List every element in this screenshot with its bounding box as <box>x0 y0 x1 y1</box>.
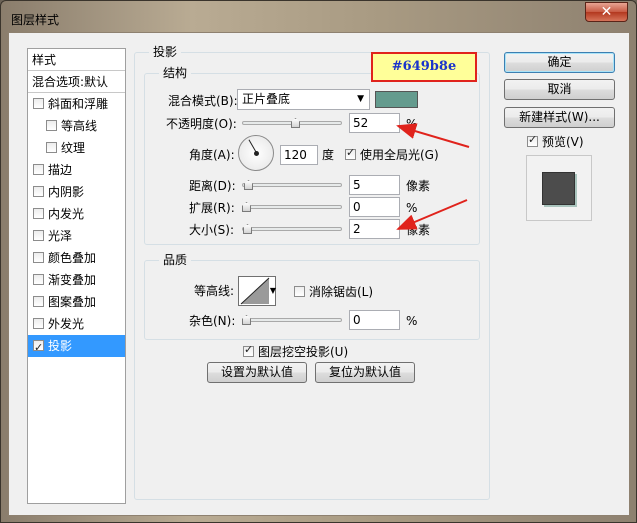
shadow-color-swatch[interactable] <box>375 91 418 108</box>
style-item-label: 内发光 <box>48 207 85 221</box>
size-input[interactable]: 2 <box>349 219 400 239</box>
style-preview <box>526 155 592 221</box>
noise-slider[interactable] <box>242 315 342 325</box>
chevron-down-icon: ▼ <box>357 94 364 104</box>
style-item-label: 等高线 <box>61 119 98 133</box>
title-bar[interactable]: 图层样式 ✕ <box>1 1 636 33</box>
drop-shadow-title: 投影 <box>149 45 182 59</box>
anti-alias-checkbox[interactable] <box>294 286 305 297</box>
knockout-checkbox[interactable] <box>243 343 254 357</box>
style-item[interactable]: 内发光 <box>28 203 125 225</box>
style-item-checkbox[interactable] <box>33 337 44 359</box>
styles-header[interactable]: 样式 <box>28 49 125 71</box>
spread-unit: % <box>406 201 418 215</box>
style-item-checkbox[interactable] <box>33 274 44 285</box>
style-item-checkbox[interactable] <box>33 230 44 241</box>
style-item[interactable]: 等高线 <box>28 115 125 137</box>
quality-title: 品质 <box>159 253 192 267</box>
style-item[interactable]: 颜色叠加 <box>28 247 125 269</box>
angle-dial-hub <box>254 151 259 156</box>
style-item-label: 颜色叠加 <box>48 251 97 265</box>
anti-alias-label[interactable]: 消除锯齿(L) <box>309 285 373 299</box>
noise-input[interactable]: 0 <box>349 310 400 330</box>
angle-input[interactable]: 120 <box>280 145 318 165</box>
style-item-label: 描边 <box>48 163 73 177</box>
style-item-label: 外发光 <box>48 317 85 331</box>
distance-input[interactable]: 5 <box>349 175 400 195</box>
make-default-button[interactable]: 设置为默认值 <box>207 362 307 383</box>
distance-unit: 像素 <box>406 179 431 193</box>
close-button[interactable]: ✕ <box>585 2 628 22</box>
style-item-checkbox[interactable] <box>33 164 44 175</box>
noise-label: 杂色(N): <box>189 314 236 328</box>
new-style-button[interactable]: 新建样式(W)... <box>504 107 615 128</box>
spread-slider[interactable] <box>242 202 342 212</box>
size-unit: 像素 <box>406 223 431 237</box>
style-item-checkbox[interactable] <box>33 296 44 307</box>
style-item-checkbox[interactable] <box>33 208 44 219</box>
spread-label: 扩展(R): <box>189 201 235 215</box>
style-item-label: 图案叠加 <box>48 295 97 309</box>
noise-unit: % <box>406 314 418 328</box>
structure-title: 结构 <box>159 66 192 80</box>
style-item[interactable]: 渐变叠加 <box>28 269 125 291</box>
blend-options-item[interactable]: 混合选项:默认 <box>28 71 125 93</box>
style-item-label: 纹理 <box>61 141 86 155</box>
spread-input[interactable]: 0 <box>349 197 400 217</box>
blend-mode-label: 混合模式(B): <box>168 94 238 108</box>
quality-group <box>144 260 480 340</box>
preview-label[interactable]: 预览(V) <box>542 135 584 149</box>
style-item-label: 内阴影 <box>48 185 85 199</box>
blend-mode-select[interactable]: 正片叠底 ▼ <box>237 89 370 110</box>
global-light-checkbox[interactable] <box>345 146 356 160</box>
color-hex-annotation: #649b8e <box>371 52 477 82</box>
contour-linear-icon <box>240 277 270 305</box>
style-item-checkbox[interactable] <box>46 142 57 153</box>
style-item[interactable]: 内阴影 <box>28 181 125 203</box>
style-item-label: 光泽 <box>48 229 73 243</box>
contour-label: 等高线: <box>194 284 235 298</box>
style-item-checkbox[interactable] <box>33 252 44 263</box>
contour-chevron-down-icon[interactable]: ▼ <box>267 286 276 298</box>
distance-slider[interactable] <box>242 180 342 190</box>
contour-picker[interactable]: ▼ <box>238 276 276 306</box>
style-item[interactable]: 斜面和浮雕 <box>28 93 125 115</box>
opacity-unit: % <box>406 117 418 131</box>
angle-dial[interactable] <box>238 135 274 171</box>
preview-checkbox[interactable] <box>527 133 538 147</box>
style-item-checkbox[interactable] <box>46 120 57 131</box>
opacity-label: 不透明度(O): <box>166 117 237 131</box>
knockout-label[interactable]: 图层挖空投影(U) <box>258 345 348 359</box>
style-item-checkbox[interactable] <box>33 98 44 109</box>
style-item-label: 渐变叠加 <box>48 273 97 287</box>
blend-mode-value: 正片叠底 <box>242 92 291 106</box>
angle-unit: 度 <box>322 148 335 162</box>
layer-style-dialog: 图层样式 ✕ 样式 混合选项:默认 斜面和浮雕等高线纹理描边内阴影内发光光泽颜色… <box>0 0 637 523</box>
cancel-button[interactable]: 取消 <box>504 79 615 100</box>
style-item-checkbox[interactable] <box>33 186 44 197</box>
styles-list: 样式 混合选项:默认 斜面和浮雕等高线纹理描边内阴影内发光光泽颜色叠加渐变叠加图… <box>27 48 126 504</box>
global-light-label[interactable]: 使用全局光(G) <box>360 148 439 162</box>
size-slider[interactable] <box>242 224 342 234</box>
preview-square <box>542 172 575 205</box>
opacity-input[interactable]: 52 <box>349 113 400 133</box>
dialog-client: 样式 混合选项:默认 斜面和浮雕等高线纹理描边内阴影内发光光泽颜色叠加渐变叠加图… <box>8 32 630 516</box>
style-item[interactable]: 描边 <box>28 159 125 181</box>
opacity-slider[interactable] <box>242 118 342 128</box>
style-item[interactable]: 纹理 <box>28 137 125 159</box>
dialog-title: 图层样式 <box>11 13 60 27</box>
distance-label: 距离(D): <box>189 179 236 193</box>
style-item[interactable]: 外发光 <box>28 313 125 335</box>
ok-button[interactable]: 确定 <box>504 52 615 73</box>
style-item[interactable]: 光泽 <box>28 225 125 247</box>
style-item-checkbox[interactable] <box>33 318 44 329</box>
angle-label: 角度(A): <box>189 148 235 162</box>
style-item[interactable]: 投影 <box>28 335 125 359</box>
style-item[interactable]: 图案叠加 <box>28 291 125 313</box>
style-item-label: 投影 <box>48 339 73 353</box>
size-label: 大小(S): <box>189 223 235 237</box>
reset-default-button[interactable]: 复位为默认值 <box>315 362 415 383</box>
style-item-label: 斜面和浮雕 <box>48 97 109 111</box>
